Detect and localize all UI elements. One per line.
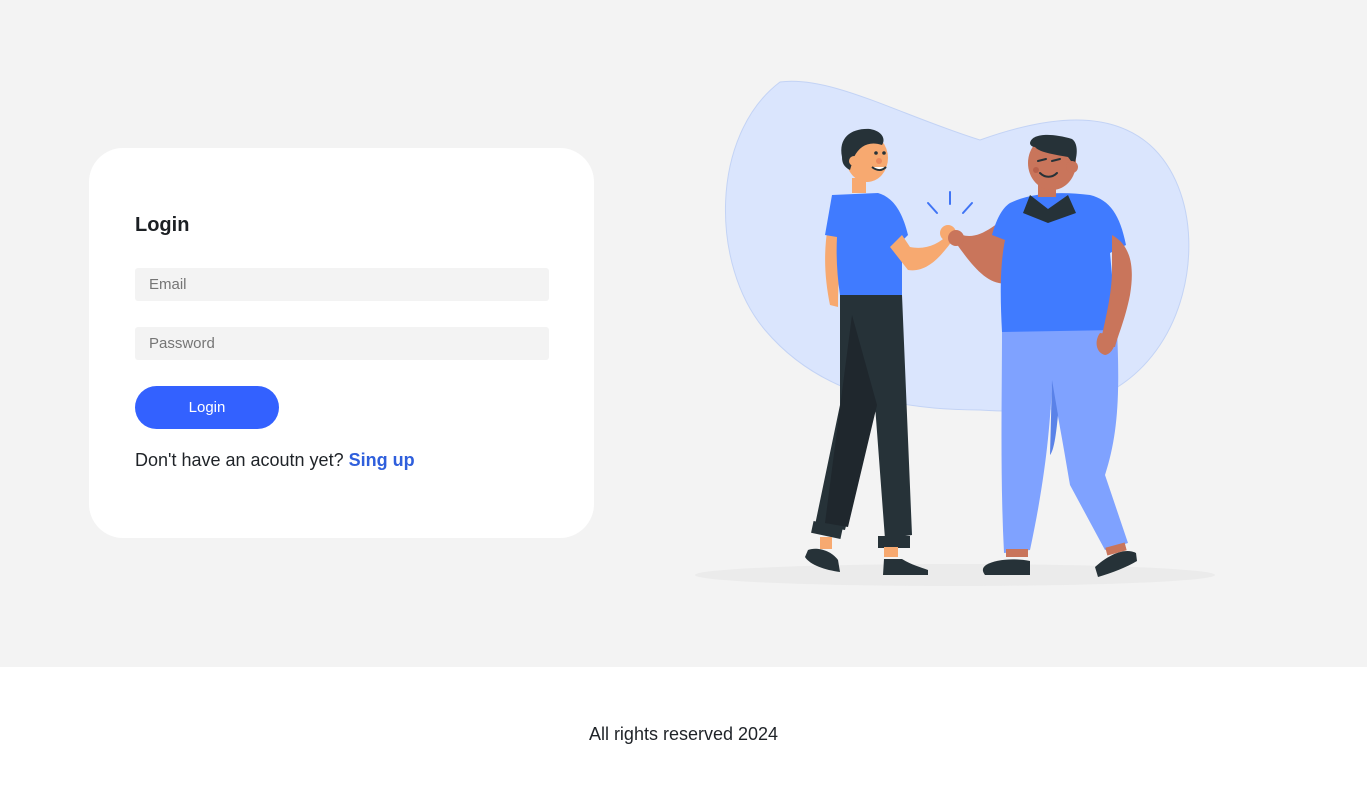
login-title: Login (135, 214, 190, 236)
login-button[interactable]: Login (135, 386, 279, 429)
signup-prompt-line: Don't have an acoutn yet? Sing up (135, 450, 415, 471)
email-field[interactable] (135, 268, 549, 301)
password-field[interactable] (135, 327, 549, 360)
main-section: Login Login Don't have an acoutn yet? Si… (0, 0, 1367, 667)
two-people-fist-bump-illustration (695, 80, 1215, 586)
copyright-text: All rights reserved 2024 (588, 724, 779, 744)
floor-shadow (695, 564, 1215, 586)
signup-link[interactable]: Sing up (349, 450, 415, 470)
login-card: Login Login Don't have an acoutn yet? Si… (89, 148, 594, 538)
signup-prompt-text: Don't have an acoutn yet? (135, 450, 344, 470)
footer: All rights reserved 2024 (0, 667, 1367, 804)
